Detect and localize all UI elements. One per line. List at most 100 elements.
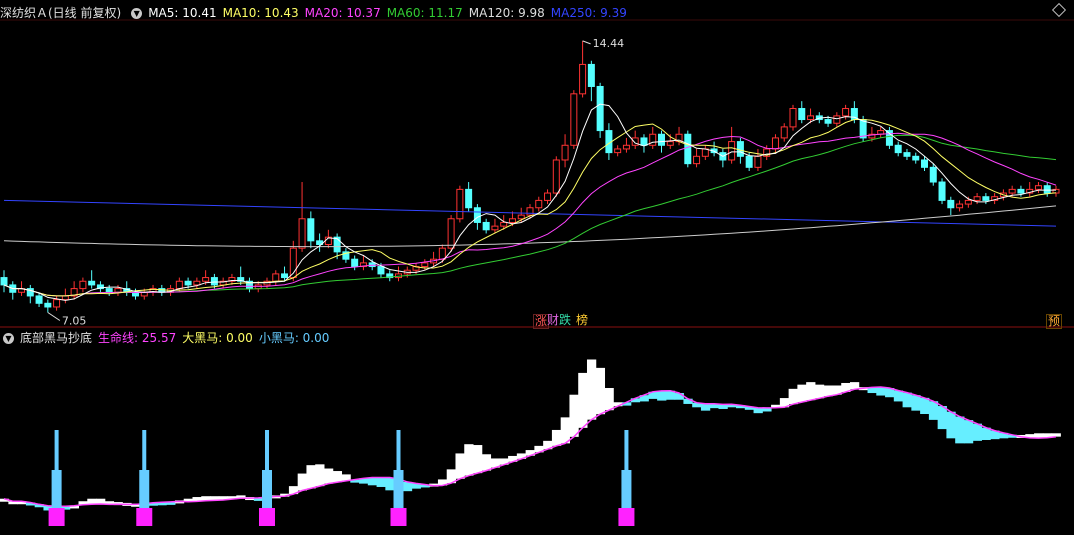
candle-body bbox=[193, 280, 201, 286]
candle-body bbox=[535, 199, 543, 209]
indicator-step-bar bbox=[464, 444, 474, 476]
sub-settings-icon[interactable]: ▼ bbox=[3, 332, 14, 344]
candle-body bbox=[561, 144, 569, 161]
indicator-step-bar bbox=[955, 416, 965, 444]
candle-body bbox=[351, 258, 359, 268]
candle-body bbox=[570, 93, 578, 146]
indicator-step-bar bbox=[972, 423, 982, 441]
candle-body bbox=[298, 218, 306, 249]
indicator-step-bar bbox=[700, 403, 711, 411]
candle-body bbox=[1034, 185, 1042, 190]
candle-body bbox=[491, 225, 499, 231]
candle-body bbox=[438, 247, 446, 260]
indicator-step-bar bbox=[315, 464, 325, 487]
sub-indicator-chart bbox=[0, 359, 1061, 526]
sub-title: 底部黑马抄底 bbox=[20, 331, 93, 345]
candle-body bbox=[79, 280, 87, 290]
ma10-label: MA10: 10.43 bbox=[222, 6, 299, 20]
candle-body bbox=[938, 181, 946, 201]
candle-body bbox=[885, 130, 893, 146]
indicator-step-bar bbox=[323, 468, 334, 484]
candle-body bbox=[807, 115, 815, 121]
candle-body bbox=[903, 152, 911, 157]
indicator-step-bar bbox=[455, 453, 465, 479]
candle-body bbox=[666, 141, 674, 146]
indicator-step-bar bbox=[595, 367, 606, 415]
candle-body bbox=[500, 221, 508, 227]
candle-body bbox=[780, 126, 788, 139]
indicator-step-bar bbox=[963, 420, 974, 444]
moving-average-lines: 14.44 7.05 bbox=[3, 37, 1057, 327]
candle-body bbox=[684, 133, 692, 165]
ma20-label: MA20: 10.37 bbox=[304, 6, 381, 20]
candle-body bbox=[53, 299, 61, 308]
indicator-step-bar bbox=[928, 401, 939, 420]
indicator-step-bar bbox=[551, 429, 562, 446]
candle-body bbox=[114, 288, 122, 293]
candle-body bbox=[912, 155, 920, 161]
candle-body bbox=[956, 203, 964, 209]
indicator-step-bar bbox=[902, 392, 912, 408]
candle-body bbox=[175, 280, 183, 290]
candle-body bbox=[947, 199, 955, 209]
candle-body bbox=[421, 262, 429, 268]
indicator-step-bar bbox=[473, 445, 483, 474]
ma120-label: MA120: 9.98 bbox=[468, 6, 545, 20]
candle-body bbox=[964, 199, 972, 205]
candle-body bbox=[929, 166, 937, 183]
badge-forecast[interactable]: 预 bbox=[1046, 314, 1063, 329]
candle-body bbox=[35, 295, 43, 304]
candle-body bbox=[579, 63, 587, 95]
candle-body bbox=[61, 295, 69, 301]
indicator-step-bar bbox=[560, 417, 570, 444]
candle-body bbox=[745, 155, 753, 168]
indicator-step-bar bbox=[586, 359, 597, 420]
candle-body bbox=[184, 280, 192, 286]
candle-body bbox=[982, 196, 990, 201]
indicator-step-bar bbox=[911, 395, 921, 411]
indicator-step-bar bbox=[788, 388, 798, 405]
indicator-step-bar bbox=[385, 477, 395, 491]
life-line-label: 生命线: 25.57 bbox=[98, 331, 177, 345]
indicator-step-bar bbox=[876, 386, 886, 396]
indicator-step-bar bbox=[920, 397, 930, 415]
candle-body bbox=[728, 141, 736, 161]
signal-spike bbox=[265, 430, 269, 470]
signal-small-horse bbox=[393, 470, 404, 508]
main-settings-icon[interactable]: ▼ bbox=[131, 7, 143, 19]
signal-small-horse bbox=[139, 470, 150, 508]
sub-header: ▼ 底部黑马抄底 生命线: 25.57 大黑马: 0.00 小黑马: 0.00 bbox=[0, 328, 335, 348]
candle-body bbox=[1017, 188, 1025, 194]
badge-fall[interactable]: 跌 bbox=[558, 314, 572, 327]
ma60-label: MA60: 11.17 bbox=[386, 6, 463, 20]
indicator-step-bar bbox=[481, 454, 492, 471]
indicator-step-bar bbox=[402, 481, 413, 492]
candle-body bbox=[833, 115, 841, 124]
indicator-step-bar bbox=[893, 390, 904, 402]
candle-body bbox=[210, 277, 218, 286]
badge-rank[interactable]: 榜 bbox=[575, 314, 589, 327]
candle-body bbox=[105, 288, 113, 293]
candle-body bbox=[894, 144, 902, 154]
candle-body bbox=[789, 108, 797, 128]
indicator-step-bar bbox=[946, 411, 956, 439]
candle-body bbox=[798, 108, 806, 121]
signal-small-horse bbox=[51, 470, 62, 508]
ma5-label: MA5: 10.41 bbox=[148, 6, 217, 20]
candle-body bbox=[202, 277, 210, 282]
signal-spike bbox=[396, 430, 401, 470]
signal-base bbox=[618, 508, 635, 526]
candle-body bbox=[0, 277, 8, 286]
small-dark-horse-label: 小黑马: 0.00 bbox=[258, 331, 330, 345]
indicator-step-bar bbox=[797, 384, 807, 403]
candle-body bbox=[1008, 188, 1016, 194]
indicator-step-bar bbox=[376, 477, 386, 487]
candle-body bbox=[614, 148, 622, 154]
candle-body bbox=[517, 214, 525, 220]
indicator-step-bar bbox=[814, 384, 825, 399]
indicator-step-bar bbox=[306, 465, 316, 489]
low-price-pointer bbox=[47, 312, 61, 321]
indicator-step-bar bbox=[578, 372, 588, 428]
candle-body bbox=[44, 302, 52, 308]
candlestick-series bbox=[0, 40, 1060, 313]
